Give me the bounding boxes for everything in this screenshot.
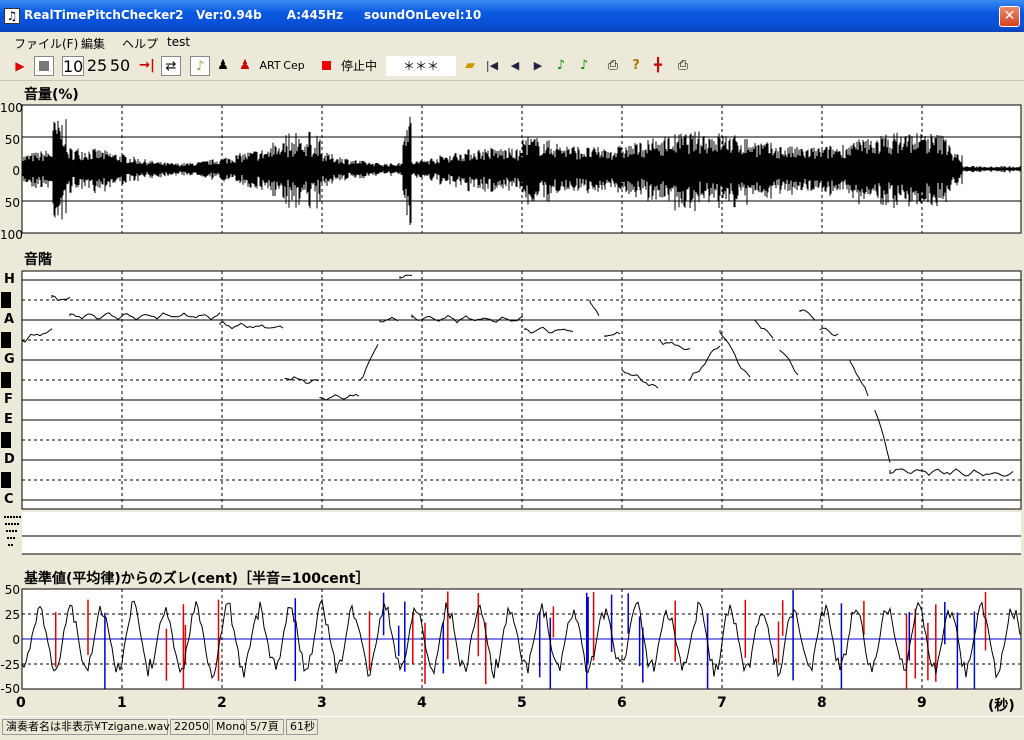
note-strip-dot: [14, 523, 16, 525]
piano-black-key: [1, 292, 11, 308]
note-strip-dot: [15, 530, 17, 532]
note-strip-dot: [9, 530, 11, 532]
status-duration: 61秒: [286, 719, 318, 735]
piano-black-key: [1, 332, 11, 348]
note-strip-dot: [7, 537, 9, 539]
note-strip-dot: [7, 516, 9, 518]
note-strip-dot: [11, 523, 13, 525]
note-strip-dot: [5, 523, 7, 525]
note-strip-dot: [10, 537, 12, 539]
status-bar: 演奏者名は非表示¥Tzigane.wav 22050 Mono 5/7頁 61秒: [0, 716, 1024, 737]
status-file: 演奏者名は非表示¥Tzigane.wav: [2, 719, 170, 735]
status-rate: 22050: [170, 719, 210, 735]
note-strip-dot: [6, 530, 8, 532]
note-strip-dot: [10, 516, 12, 518]
status-page: 5/7頁: [246, 719, 284, 735]
note-strip-dot: [11, 544, 13, 546]
graph-canvas[interactable]: [0, 0, 1024, 716]
note-strip-dot: [4, 516, 6, 518]
note-strip-dot: [19, 516, 21, 518]
note-strip-dot: [13, 516, 15, 518]
note-strip-dot: [12, 530, 14, 532]
status-channel: Mono: [212, 719, 246, 735]
scale-panel: [21, 270, 1022, 510]
piano-black-key: [1, 372, 11, 388]
note-strip-dot: [16, 516, 18, 518]
note-strip-dot: [8, 523, 10, 525]
note-strip-dot: [17, 523, 19, 525]
piano-black-key: [1, 432, 11, 448]
note-strip: [22, 512, 1021, 554]
piano-black-key: [1, 472, 11, 488]
note-strip-dot: [8, 544, 10, 546]
note-strip-dot: [13, 537, 15, 539]
